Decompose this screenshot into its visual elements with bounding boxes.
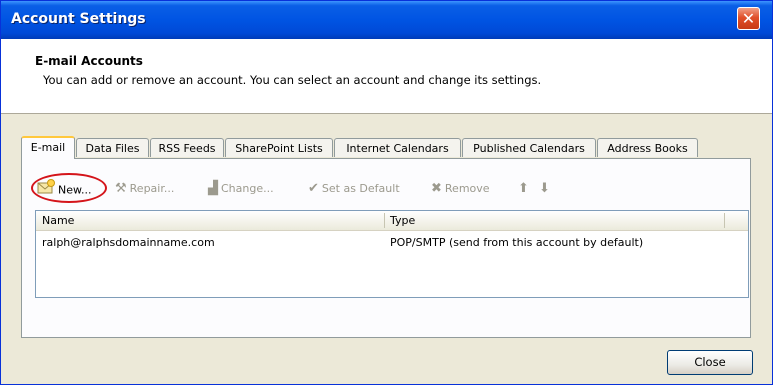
column-divider[interactable] (384, 213, 385, 228)
change-button[interactable]: ▟ Change... (208, 179, 274, 199)
dialog-header: E-mail Accounts You can add or remove an… (1, 39, 772, 114)
repair-button-label: Repair... (129, 182, 175, 195)
repair-icon: ⚒ (115, 181, 127, 196)
list-header: Name Type (36, 211, 748, 231)
change-icon: ▟ (208, 181, 218, 196)
move-down-button[interactable]: ⬇ (539, 179, 553, 199)
set-as-default-button[interactable]: ✔ Set as Default (308, 179, 400, 199)
check-icon: ✔ (308, 181, 319, 196)
tab-sharepoint-lists[interactable]: SharePoint Lists (225, 138, 333, 157)
section-description: You can add or remove an account. You ca… (43, 73, 542, 87)
set-as-default-label: Set as Default (321, 182, 400, 195)
tab-data-files[interactable]: Data Files (76, 138, 149, 157)
title-bar[interactable]: Account Settings ✕ (1, 1, 772, 39)
tab-rss-feeds[interactable]: RSS Feeds (150, 138, 224, 157)
tab-email[interactable]: E-mail (21, 136, 75, 159)
account-type-cell[interactable]: POP/SMTP (send from this account by defa… (390, 236, 643, 249)
remove-button-label: Remove (444, 182, 490, 195)
remove-x-icon: ✖ (431, 181, 442, 196)
window-close-icon[interactable]: ✕ (737, 7, 760, 30)
tab-address-books[interactable]: Address Books (597, 138, 698, 157)
new-account-icon (37, 179, 55, 202)
accounts-list: Name Type ralph@ralphsdomainname.com POP… (35, 210, 749, 298)
move-up-button[interactable]: ⬆ (518, 179, 532, 199)
column-header-type[interactable]: Type (390, 214, 415, 227)
account-name-cell[interactable]: ralph@ralphsdomainname.com (42, 236, 215, 249)
arrow-down-icon: ⬇ (539, 181, 550, 196)
new-button-label: New... (58, 183, 92, 197)
close-button[interactable]: Close (667, 350, 753, 375)
tab-published-calendars[interactable]: Published Calendars (462, 138, 596, 157)
account-settings-dialog: Account Settings ✕ E-mail Accounts You c… (0, 0, 773, 385)
window-title: Account Settings (11, 11, 146, 27)
remove-button[interactable]: ✖ Remove (431, 179, 490, 199)
repair-button[interactable]: ⚒ Repair... (115, 179, 174, 199)
tab-internet-calendars[interactable]: Internet Calendars (334, 138, 461, 157)
new-button[interactable]: New... (37, 179, 91, 199)
column-header-name[interactable]: Name (42, 214, 74, 227)
arrow-up-icon: ⬆ (518, 181, 529, 196)
change-button-label: Change... (221, 182, 274, 195)
column-divider[interactable] (724, 213, 725, 228)
section-title: E-mail Accounts (35, 54, 143, 68)
